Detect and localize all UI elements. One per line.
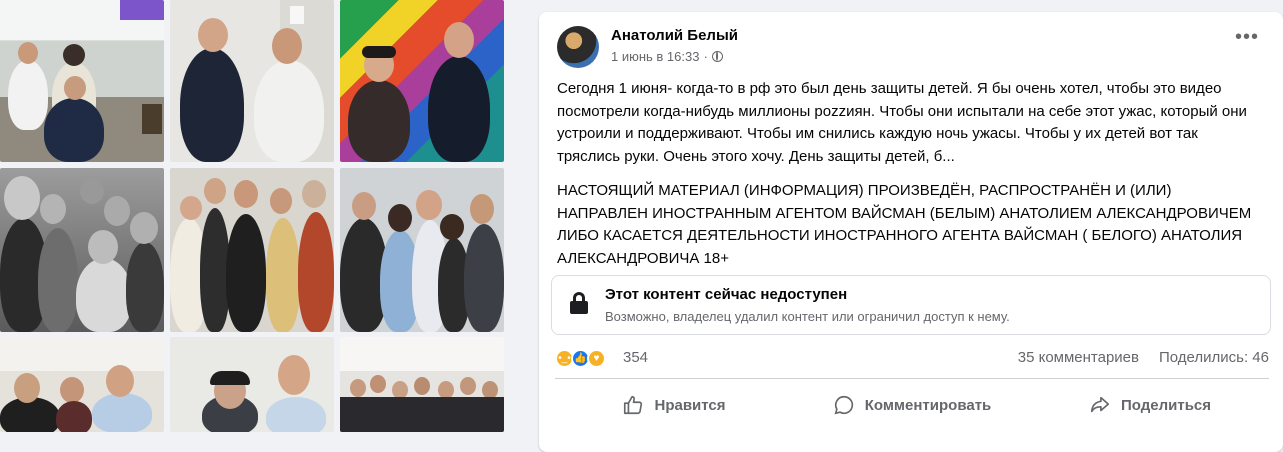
author-name[interactable]: Анатолий Белый [611,27,738,44]
shares-count[interactable]: Поделились: 46 [1159,349,1269,366]
author-avatar[interactable] [557,26,599,68]
unavailable-title: Этот контент сейчас недоступен [605,286,848,303]
photo-grid [0,0,504,432]
lock-icon [570,292,588,314]
post-actions: Нравится Комментировать Поделиться [555,385,1269,425]
care-reaction-icon: ♥ [587,349,606,368]
share-label: Поделиться [1120,396,1212,414]
post-stats: •_• 👍 ♥ 354 35 комментариев Поделились: … [555,348,1269,370]
comments-count[interactable]: 35 комментариев [1018,349,1139,366]
thumbs-up-icon [624,395,643,415]
photo-1[interactable] [0,0,164,162]
photo-9[interactable] [340,337,504,432]
reaction-count[interactable]: 354 [623,349,648,366]
like-button[interactable]: Нравится [555,385,793,425]
like-label: Нравится [654,396,726,414]
unavailable-subtitle: Возможно, владелец удалил контент или ог… [605,309,1010,324]
photo-6[interactable] [340,168,504,332]
comment-label: Комментировать [864,396,992,414]
post-timestamp[interactable]: 1 июнь в 16:33 [611,49,699,64]
photo-8[interactable] [170,337,334,432]
comment-icon [834,395,853,415]
post-text-paragraph-2: НАСТОЯЩИЙ МАТЕРИАЛ (ИНФОРМАЦИЯ) ПРОИЗВЕД… [557,182,1252,267]
more-options-icon[interactable]: ••• [1235,27,1259,47]
globe-icon [711,51,723,62]
photo-2[interactable] [170,0,334,162]
post-text: Сегодня 1 июня- когда-то в рф это был де… [557,78,1257,282]
reaction-icons[interactable]: •_• 👍 ♥ [555,348,617,368]
actions-divider [555,378,1269,379]
share-icon [1090,396,1110,413]
photo-5[interactable] [170,168,334,332]
photo-3[interactable] [340,0,504,162]
comment-button[interactable]: Комментировать [793,385,1031,425]
post-card: Анатолий Белый 1 июнь в 16:33 · ••• Сего… [539,12,1283,452]
photo-4[interactable] [0,168,164,332]
meta-separator: · [703,49,708,64]
unavailable-content-box: Этот контент сейчас недоступен Возможно,… [551,275,1271,335]
post-meta: 1 июнь в 16:33 · [611,49,723,64]
post-text-paragraph-1: Сегодня 1 июня- когда-то в рф это был де… [557,80,1247,165]
share-button[interactable]: Поделиться [1031,385,1269,425]
photo-7[interactable] [0,337,164,432]
